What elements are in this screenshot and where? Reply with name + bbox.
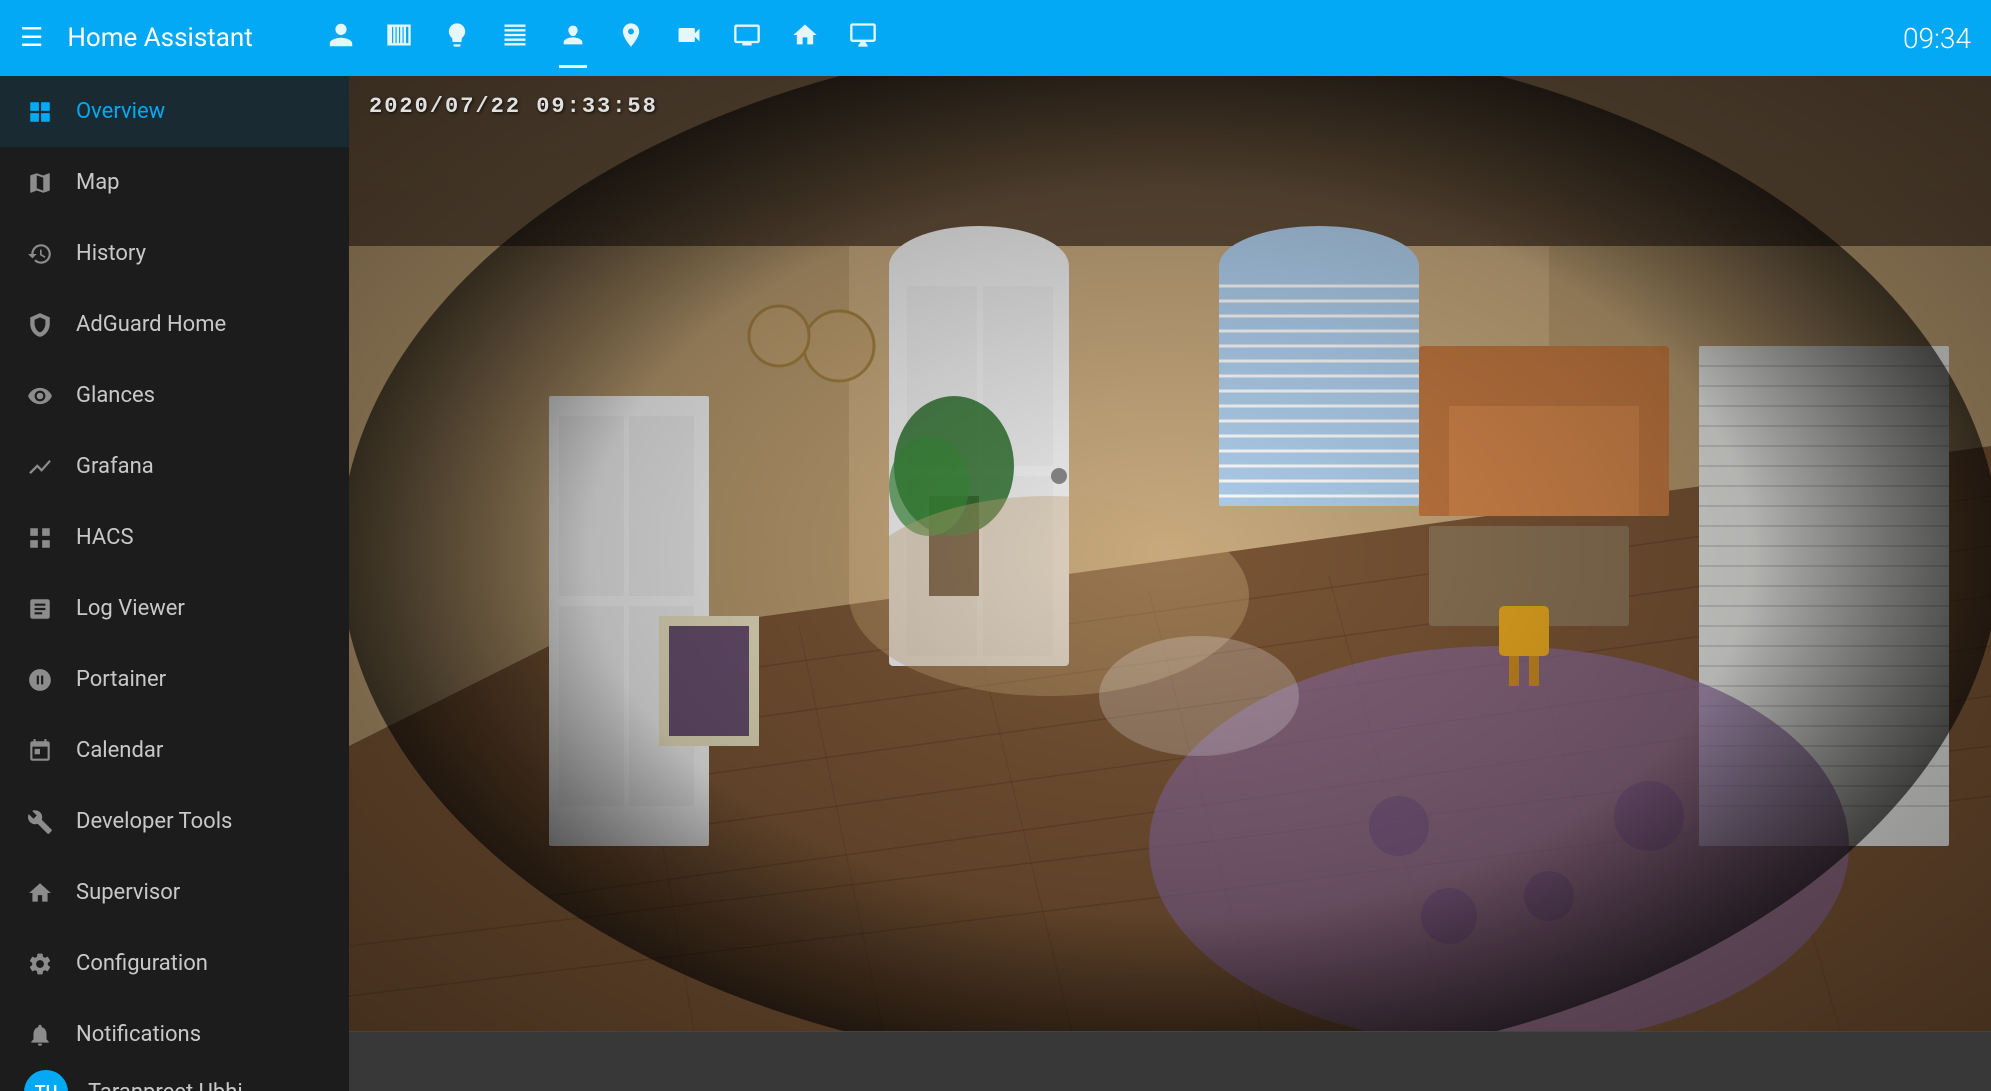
sidebar-item-hacs[interactable]: HACS <box>0 502 349 573</box>
sidebar-item-devtools[interactable]: Developer Tools <box>0 786 349 857</box>
sidebar-item-history[interactable]: History <box>0 218 349 289</box>
sidebar-label-notifications: Notifications <box>76 1022 201 1047</box>
person-icon[interactable] <box>327 21 355 56</box>
glances-icon <box>24 383 56 409</box>
sidebar-label-supervisor: Supervisor <box>76 880 180 905</box>
home-icon[interactable] <box>791 21 819 56</box>
calendar-icon <box>24 738 56 764</box>
user-profile[interactable]: TU Taranpreet Ubhi <box>0 1070 349 1091</box>
bell-icon <box>24 1022 56 1048</box>
sidebar-item-overview[interactable]: Overview <box>0 76 349 147</box>
blind-icon[interactable] <box>501 21 529 56</box>
sidebar: Overview Map History AdGuard Home <box>0 76 349 1091</box>
sidebar-item-portainer[interactable]: Portainer <box>0 644 349 715</box>
devtools-icon <box>24 809 56 835</box>
sidebar-label-adguard: AdGuard Home <box>76 312 226 337</box>
camera-scene <box>349 76 1991 1031</box>
content-area: 2020/07/22 09:33:58 <box>349 76 1991 1091</box>
overview-icon <box>24 99 56 125</box>
sidebar-item-configuration[interactable]: Configuration <box>0 928 349 999</box>
hacs-icon <box>24 525 56 551</box>
media-icon[interactable] <box>733 21 761 56</box>
app-title: Home Assistant <box>67 23 307 53</box>
log-icon <box>24 596 56 622</box>
sidebar-item-grafana[interactable]: Grafana <box>0 431 349 502</box>
topbar: ☰ Home Assistant <box>0 0 1991 76</box>
supervisor-icon <box>24 880 56 906</box>
sidebar-label-overview: Overview <box>76 99 165 124</box>
sidebar-item-glances[interactable]: Glances <box>0 360 349 431</box>
radiator-icon[interactable] <box>385 21 413 56</box>
sidebar-label-grafana: Grafana <box>76 454 154 479</box>
monitor-icon[interactable] <box>849 21 877 56</box>
avatar: TU <box>24 1070 68 1091</box>
bulb-icon[interactable] <box>443 21 471 56</box>
sidebar-label-devtools: Developer Tools <box>76 809 232 834</box>
grafana-icon <box>24 454 56 480</box>
sidebar-item-supervisor[interactable]: Supervisor <box>0 857 349 928</box>
sidebar-label-configuration: Configuration <box>76 951 208 976</box>
sidebar-label-portainer: Portainer <box>76 667 166 692</box>
topbar-icon-group <box>307 21 1903 56</box>
adguard-icon <box>24 312 56 338</box>
map-icon <box>24 170 56 196</box>
sidebar-label-calendar: Calendar <box>76 738 163 763</box>
bottom-strip <box>349 1031 1991 1091</box>
room-svg <box>349 76 1991 1031</box>
location-icon[interactable] <box>617 21 645 56</box>
sidebar-item-adguard[interactable]: AdGuard Home <box>0 289 349 360</box>
history-icon <box>24 241 56 267</box>
sidebar-label-map: Map <box>76 170 120 195</box>
sidebar-label-glances: Glances <box>76 383 155 408</box>
camera-feed: 2020/07/22 09:33:58 <box>349 76 1991 1031</box>
sidebar-label-logviewer: Log Viewer <box>76 596 185 621</box>
portainer-icon <box>24 667 56 693</box>
menu-icon[interactable]: ☰ <box>20 23 43 53</box>
video-camera-icon[interactable] <box>675 21 703 56</box>
main-layout: Overview Map History AdGuard Home <box>0 76 1991 1091</box>
config-icon <box>24 951 56 977</box>
user-name: Taranpreet Ubhi <box>88 1080 243 1091</box>
sidebar-item-calendar[interactable]: Calendar <box>0 715 349 786</box>
sidebar-item-logviewer[interactable]: Log Viewer <box>0 573 349 644</box>
sidebar-label-history: History <box>76 241 146 266</box>
camera-person-icon[interactable] <box>559 21 587 56</box>
sidebar-item-map[interactable]: Map <box>0 147 349 218</box>
clock: 09:34 <box>1903 22 1971 55</box>
sidebar-label-hacs: HACS <box>76 525 134 550</box>
sidebar-item-notifications[interactable]: Notifications <box>0 999 349 1070</box>
camera-timestamp: 2020/07/22 09:33:58 <box>369 94 658 119</box>
